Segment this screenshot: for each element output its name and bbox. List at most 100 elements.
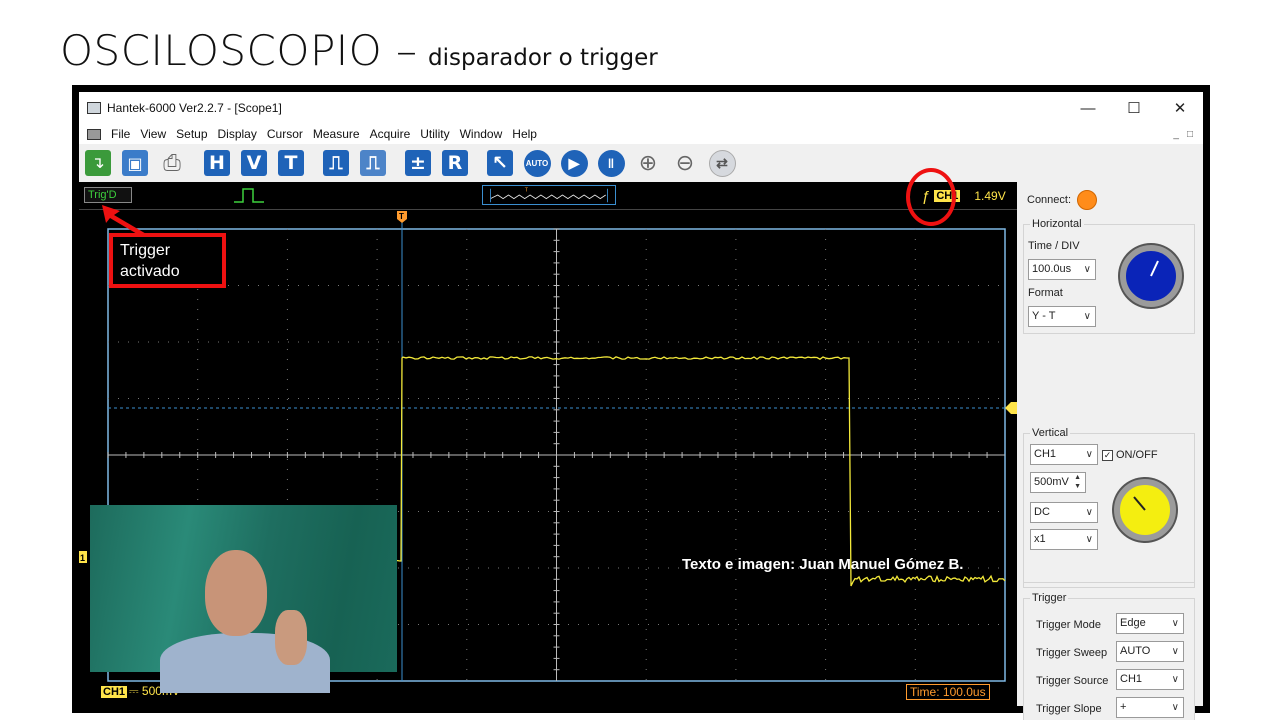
trigger-source-label: Trigger Source xyxy=(1036,675,1108,687)
auto-icon: AUTO xyxy=(524,150,551,177)
time-div-select[interactable]: 100.0us ∨ xyxy=(1028,259,1096,280)
chevron-down-icon: ∨ xyxy=(1172,614,1179,633)
ch1-badge: CH1 xyxy=(101,686,127,698)
menu-file[interactable]: File xyxy=(107,127,136,141)
print-icon: ⎙ xyxy=(163,150,181,176)
mdi-controls[interactable]: _ □ xyxy=(1173,129,1203,140)
trigger-title: Trigger xyxy=(1030,592,1068,604)
slide-title-main: OSCILOSCOPIO – xyxy=(60,26,418,75)
menu-measure[interactable]: Measure xyxy=(309,127,366,141)
waveform-overview[interactable]: T xyxy=(482,185,616,205)
cursor-icon: ↖ xyxy=(487,150,513,176)
trigger-source-value: CH1 xyxy=(1120,673,1142,685)
menu-help[interactable]: Help xyxy=(508,127,543,141)
play-icon: ▶ xyxy=(561,150,588,177)
swap-icon: ⇄ xyxy=(709,150,736,177)
pulse-button[interactable]: ⎍ xyxy=(320,147,352,179)
probe-select[interactable]: x1 ∨ xyxy=(1030,529,1098,550)
window-title: Hantek-6000 Ver2.2.7 - [Scope1] xyxy=(107,101,1065,115)
run-button[interactable]: ▶ xyxy=(558,147,590,179)
knob-pointer-icon xyxy=(1126,251,1176,301)
onoff-checkbox[interactable]: ✓ ON/OFF xyxy=(1102,449,1158,461)
chevron-down-icon: ∨ xyxy=(1086,503,1093,522)
pause-icon: ‖ xyxy=(598,150,625,177)
menu-display[interactable]: Display xyxy=(214,127,263,141)
menu-acquire[interactable]: Acquire xyxy=(366,127,417,141)
presenter-hand xyxy=(275,610,307,665)
volts-div-knob[interactable] xyxy=(1114,479,1176,541)
volts-div-spinner[interactable]: 500mV ▲ ▼ xyxy=(1030,472,1086,493)
reference-button[interactable]: R xyxy=(439,147,471,179)
coupling-select[interactable]: DC ∨ xyxy=(1030,502,1098,523)
math-icon: ± xyxy=(405,150,431,176)
vertical-icon: V xyxy=(241,150,267,176)
trigger-marker-text: T xyxy=(399,212,404,221)
trigger-slope-label: Trigger Slope xyxy=(1036,703,1102,715)
slide-title-sub: disparador o trigger xyxy=(428,45,658,71)
menu-bar: File View Setup Display Cursor Measure A… xyxy=(79,124,1203,144)
slide: OSCILOSCOPIO – disparador o trigger Hant… xyxy=(0,0,1280,720)
save-button[interactable]: ▣ xyxy=(119,147,151,179)
chevron-down-icon: ∨ xyxy=(1172,642,1179,661)
trigger-slope-select[interactable]: + ∨ xyxy=(1116,697,1184,718)
annotation-highlight-circle xyxy=(906,168,956,226)
reference-icon: R xyxy=(442,150,468,176)
scope-status-bar: Trig'D T ƒ CH1 1.49V xyxy=(79,182,1017,210)
chevron-down-icon: ∨ xyxy=(1172,670,1179,689)
time-div-value: 100.0us xyxy=(1032,263,1071,275)
open-button[interactable]: ↴ xyxy=(82,147,114,179)
minimize-button[interactable]: — xyxy=(1065,100,1111,117)
trigger-sweep-select[interactable]: AUTO ∨ xyxy=(1116,641,1184,662)
time-div-knob[interactable] xyxy=(1120,245,1182,307)
pause-button[interactable]: ‖ xyxy=(595,147,627,179)
format-value: Y - T xyxy=(1032,310,1055,322)
close-button[interactable]: ✕ xyxy=(1157,99,1203,117)
maximize-button[interactable]: ☐ xyxy=(1111,99,1157,117)
trigger-mode-select[interactable]: Edge ∨ xyxy=(1116,613,1184,634)
menu-view[interactable]: View xyxy=(136,127,172,141)
zoom-in-button[interactable]: ⊕ xyxy=(632,147,664,179)
trigger-mode-label: Trigger Mode xyxy=(1036,619,1101,631)
menu-cursor[interactable]: Cursor xyxy=(263,127,309,141)
pulse-alt-button[interactable]: ⎍ xyxy=(357,147,389,179)
trigger-icon: T xyxy=(278,150,304,176)
vertical-channel-select[interactable]: CH1 ∨ xyxy=(1030,444,1098,465)
chevron-down-icon: ∨ xyxy=(1172,698,1179,717)
trigger-level-marker[interactable] xyxy=(1005,402,1017,414)
math-button[interactable]: ± xyxy=(402,147,434,179)
presenter-head xyxy=(205,550,267,636)
svg-text:T: T xyxy=(525,187,529,193)
format-select[interactable]: Y - T ∨ xyxy=(1028,306,1096,327)
trigger-source-select[interactable]: CH1 ∨ xyxy=(1116,669,1184,690)
connect-indicator-icon xyxy=(1077,190,1097,210)
trigger-level: 1.49V xyxy=(974,189,1005,203)
time-readout: Time: 100.0us xyxy=(906,684,990,700)
chevron-down-icon: ∨ xyxy=(1086,445,1093,464)
zoom-out-button[interactable]: ⊖ xyxy=(669,147,701,179)
trigger-sweep-label: Trigger Sweep xyxy=(1036,647,1107,659)
annotation-callout: Trigger activado xyxy=(109,233,226,288)
print-button[interactable]: ⎙ xyxy=(156,147,188,179)
zoom-out-icon: ⊖ xyxy=(676,150,694,176)
pulse-shape-icon xyxy=(234,186,264,204)
auto-button[interactable]: AUTO xyxy=(521,147,553,179)
save-icon: ▣ xyxy=(122,150,148,176)
vertical-button[interactable]: V xyxy=(238,147,270,179)
format-label: Format xyxy=(1028,287,1063,299)
horizontal-button[interactable]: H xyxy=(201,147,233,179)
swap-button[interactable]: ⇄ xyxy=(706,147,738,179)
toolbar: ↴ ▣ ⎙ H V T ⎍ ⎍ ± R ↖ AUTO ▶ ‖ ⊕ ⊖ ⇄ xyxy=(79,144,1203,182)
trigger-slope-value: + xyxy=(1120,701,1126,713)
menu-window[interactable]: Window xyxy=(456,127,509,141)
chevron-down-icon: ∨ xyxy=(1086,530,1093,549)
menu-utility[interactable]: Utility xyxy=(416,127,455,141)
control-panel: Connect: Horizontal Time / DIV 100.0us ∨ … xyxy=(1017,182,1203,706)
trigger-sweep-value: AUTO xyxy=(1120,645,1150,657)
menu-setup[interactable]: Setup xyxy=(172,127,213,141)
cursor-button[interactable]: ↖ xyxy=(484,147,516,179)
chevron-down-icon: ∨ xyxy=(1084,307,1091,326)
trigger-button[interactable]: T xyxy=(275,147,307,179)
knob-pointer-icon xyxy=(1120,485,1170,535)
vertical-channel-value: CH1 xyxy=(1034,448,1056,460)
connect-label: Connect: xyxy=(1027,194,1071,206)
